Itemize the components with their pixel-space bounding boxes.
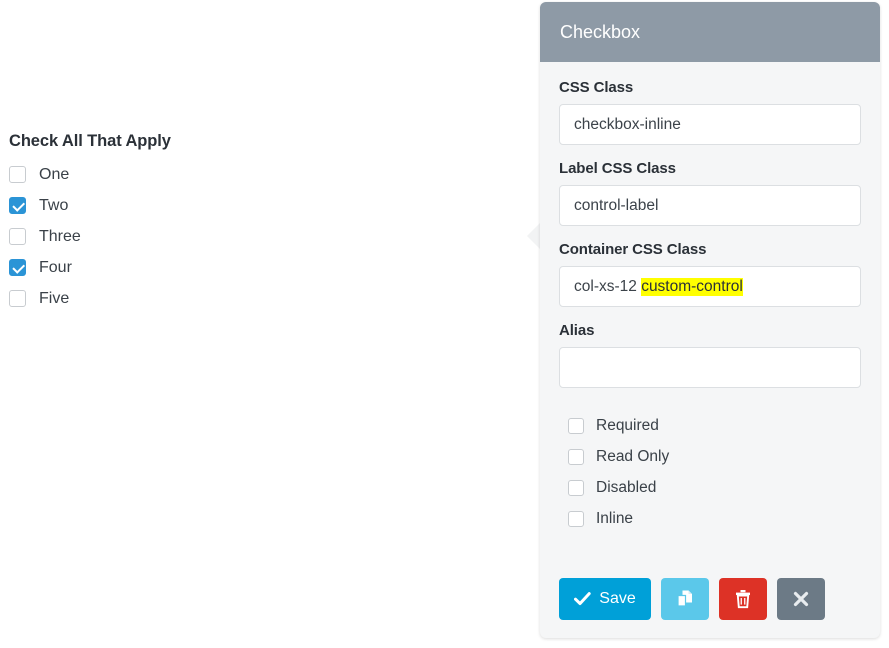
panel-title: Checkbox	[560, 22, 641, 42]
option-label: Required	[596, 417, 659, 434]
form-preview-area: Check All That Apply One Two Three Four Five	[0, 0, 520, 648]
checkbox-row[interactable]: Two	[9, 190, 409, 221]
option-label: Disabled	[596, 479, 657, 496]
option-row[interactable]: Disabled	[568, 472, 861, 503]
field-block: Container CSS Class col-xs-12 custom-cont…	[559, 240, 861, 307]
field-input-value: col-xs-12	[574, 277, 642, 295]
close-icon	[792, 590, 810, 608]
trash-icon	[733, 588, 753, 610]
delete-button[interactable]	[719, 578, 767, 620]
property-field-list: CSS Class checkbox-inline Label CSS Class c…	[559, 78, 861, 388]
checkbox-list: One Two Three Four Five	[9, 159, 409, 314]
checkbox-label: Two	[39, 196, 69, 214]
checkbox-unchecked-icon[interactable]	[9, 290, 26, 307]
field-input[interactable]	[559, 347, 861, 388]
copy-icon	[674, 588, 696, 610]
field-label: Container CSS Class	[559, 241, 707, 258]
checkbox-row[interactable]: Five	[9, 283, 409, 314]
checkbox-group: Check All That Apply One Two Three Four Five	[9, 131, 409, 314]
field-input-value: control-label	[574, 196, 659, 214]
checkbox-unchecked-icon[interactable]	[9, 166, 26, 183]
field-input[interactable]: control-label	[559, 185, 861, 226]
checkbox-group-legend: Check All That Apply	[9, 132, 171, 150]
field-input[interactable]: col-xs-12 custom-control	[559, 266, 861, 307]
duplicate-button[interactable]	[661, 578, 709, 620]
checkbox-row[interactable]: Four	[9, 252, 409, 283]
checkbox-row[interactable]: One	[9, 159, 409, 190]
field-block: Label CSS Class control-label	[559, 159, 861, 226]
option-label: Inline	[596, 510, 634, 527]
checkbox-label: One	[39, 165, 70, 183]
checkbox-unchecked-icon[interactable]	[568, 510, 584, 527]
field-label: CSS Class	[559, 79, 634, 96]
field-input-value: checkbox-inline	[574, 115, 681, 133]
checkbox-label: Five	[39, 289, 70, 307]
option-row[interactable]: Required	[568, 410, 861, 441]
close-button[interactable]	[777, 578, 825, 620]
checkbox-unchecked-icon[interactable]	[568, 479, 584, 496]
checkbox-unchecked-icon[interactable]	[568, 417, 584, 434]
field-label: Alias	[559, 322, 595, 339]
checkbox-unchecked-icon[interactable]	[9, 228, 26, 245]
checkbox-checked-icon[interactable]	[9, 259, 26, 276]
save-button[interactable]: Save	[559, 578, 651, 620]
field-block: Alias	[559, 321, 861, 388]
panel-footer-buttons: Save	[559, 578, 825, 620]
option-row[interactable]: Inline	[568, 503, 861, 534]
property-panel: Checkbox CSS Class checkbox-inline Label C…	[540, 2, 880, 638]
checkbox-checked-icon[interactable]	[9, 197, 26, 214]
checkbox-label: Three	[39, 227, 81, 245]
field-input-selected-text: custom-control	[641, 277, 743, 296]
panel-pointer-caret	[527, 222, 541, 250]
checkbox-unchecked-icon[interactable]	[568, 448, 584, 465]
panel-header: Checkbox	[540, 2, 880, 62]
option-label: Read Only	[596, 448, 670, 465]
checkbox-row[interactable]: Three	[9, 221, 409, 252]
option-row[interactable]: Read Only	[568, 441, 861, 472]
field-input[interactable]: checkbox-inline	[559, 104, 861, 145]
property-options-list: Required Read Only Disabled Inline	[568, 410, 861, 534]
field-block: CSS Class checkbox-inline	[559, 78, 861, 145]
checkbox-label: Four	[39, 258, 72, 276]
field-label: Label CSS Class	[559, 160, 676, 177]
panel-body: CSS Class checkbox-inline Label CSS Class c…	[540, 62, 880, 534]
save-button-label: Save	[599, 590, 636, 607]
check-icon	[574, 592, 591, 606]
